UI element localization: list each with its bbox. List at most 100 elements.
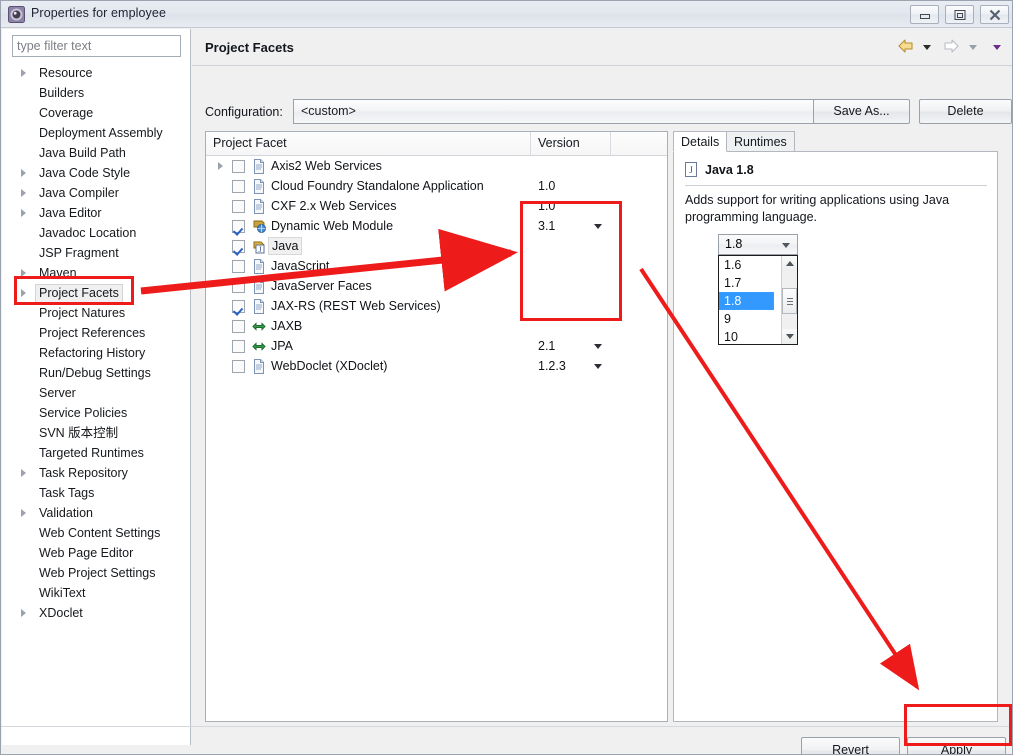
page-title: Project Facets: [205, 40, 294, 55]
facet-checkbox[interactable]: [232, 200, 245, 213]
chevron-right-icon[interactable]: [21, 609, 26, 617]
sidebar-item-javadoc-location[interactable]: Javadoc Location: [2, 223, 191, 243]
version-option[interactable]: 1.8: [719, 292, 774, 310]
footer-divider: [1, 726, 1012, 727]
sidebar-item-xdoclet[interactable]: XDoclet: [2, 603, 191, 623]
facet-checkbox[interactable]: [232, 340, 245, 353]
chevron-right-icon[interactable]: [21, 289, 26, 297]
version-chevron-down-icon[interactable]: [594, 224, 602, 229]
version-chevron-down-icon[interactable]: [594, 344, 602, 349]
sidebar-item-java-compiler[interactable]: Java Compiler: [2, 183, 191, 203]
sidebar-item-project-natures[interactable]: Project Natures: [2, 303, 191, 323]
sidebar-item-project-facets[interactable]: Project Facets: [2, 283, 191, 303]
sidebar-item-server[interactable]: Server: [2, 383, 191, 403]
tab-runtimes[interactable]: Runtimes: [726, 131, 795, 152]
table-row[interactable]: CXF 2.x Web Services 1.0: [206, 196, 667, 216]
sidebar-item-project-references[interactable]: Project References: [2, 323, 191, 343]
chevron-right-icon[interactable]: [21, 269, 26, 277]
search-input[interactable]: [12, 35, 181, 57]
sidebar-item-web-page-editor[interactable]: Web Page Editor: [2, 543, 191, 563]
chevron-down-icon[interactable]: [782, 243, 790, 248]
table-row[interactable]: JavaServer Faces: [206, 276, 667, 296]
facet-version[interactable]: 1.0: [538, 196, 555, 216]
configuration-select[interactable]: <custom>: [293, 99, 901, 124]
close-button[interactable]: [980, 5, 1009, 24]
back-history-caret-icon[interactable]: [922, 45, 931, 50]
sidebar-item-task-tags[interactable]: Task Tags: [2, 483, 191, 503]
gear-icon: [8, 6, 25, 23]
sidebar-item-web-project-settings[interactable]: Web Project Settings: [2, 563, 191, 583]
facet-version[interactable]: 2.1: [538, 336, 555, 356]
sidebar-item-refactoring-history[interactable]: Refactoring History: [2, 343, 191, 363]
table-row[interactable]: JPA 2.1: [206, 336, 667, 356]
table-row[interactable]: JAXB: [206, 316, 667, 336]
sidebar-item-validation[interactable]: Validation: [2, 503, 191, 523]
table-row[interactable]: J Java: [206, 236, 667, 256]
save-as-button[interactable]: Save As...: [813, 99, 910, 124]
sidebar-item-deployment-assembly[interactable]: Deployment Assembly: [2, 123, 191, 143]
version-chevron-down-icon[interactable]: [594, 364, 602, 369]
chevron-right-icon[interactable]: [21, 189, 26, 197]
minimize-button[interactable]: [910, 5, 939, 24]
facet-version[interactable]: 3.1: [538, 216, 555, 236]
chevron-right-icon[interactable]: [21, 209, 26, 217]
facet-checkbox[interactable]: [232, 320, 245, 333]
column-header-extra[interactable]: [611, 132, 668, 155]
table-row[interactable]: Dynamic Web Module 3.1: [206, 216, 667, 236]
sidebar-item-service-policies[interactable]: Service Policies: [2, 403, 191, 423]
forward-arrow-icon[interactable]: [942, 38, 960, 57]
sidebar-item-wikitext[interactable]: WikiText: [2, 583, 191, 603]
java-icon: J: [252, 239, 266, 254]
facet-checkbox[interactable]: [232, 300, 245, 313]
tab-details[interactable]: Details: [673, 131, 728, 152]
version-combo-editor[interactable]: 1.8: [718, 234, 798, 255]
sidebar-item-java-build-path[interactable]: Java Build Path: [2, 143, 191, 163]
facet-checkbox[interactable]: [232, 160, 245, 173]
facet-checkbox[interactable]: [232, 280, 245, 293]
chevron-right-icon[interactable]: [21, 69, 26, 77]
column-header-facet[interactable]: Project Facet: [206, 132, 531, 155]
sidebar-item-jsp-fragment[interactable]: JSP Fragment: [2, 243, 191, 263]
facet-checkbox[interactable]: [232, 180, 245, 193]
sidebar-item-run-debug-settings[interactable]: Run/Debug Settings: [2, 363, 191, 383]
chevron-right-icon[interactable]: [21, 169, 26, 177]
sidebar-item-svn[interactable]: SVN 版本控制: [2, 423, 191, 443]
view-menu-caret-icon[interactable]: [993, 45, 1001, 50]
scrollbar-thumb[interactable]: [782, 288, 797, 314]
sidebar-item-builders[interactable]: Builders: [2, 83, 191, 103]
sidebar-item-coverage[interactable]: Coverage: [2, 103, 191, 123]
sidebar-item-java-editor[interactable]: Java Editor: [2, 203, 191, 223]
restore-button[interactable]: [945, 5, 974, 24]
dropdown-scrollbar[interactable]: [781, 256, 797, 344]
version-dropdown-list[interactable]: 1.6 1.7 1.8 9 10: [718, 255, 798, 345]
delete-button[interactable]: Delete: [919, 99, 1012, 124]
facet-checkbox[interactable]: [232, 240, 245, 253]
sidebar-item-resource[interactable]: Resource: [2, 63, 191, 83]
column-header-version[interactable]: Version: [531, 132, 611, 155]
table-row[interactable]: JAX-RS (REST Web Services): [206, 296, 667, 316]
scroll-up-icon[interactable]: [782, 256, 797, 271]
table-row[interactable]: JavaScript: [206, 256, 667, 276]
sidebar-item-task-repository[interactable]: Task Repository: [2, 463, 191, 483]
configuration-label: Configuration:: [205, 105, 283, 119]
chevron-right-icon[interactable]: [218, 162, 223, 170]
facet-version[interactable]: 1.2.3: [538, 356, 566, 376]
scroll-down-icon[interactable]: [782, 329, 797, 344]
facet-checkbox[interactable]: [232, 220, 245, 233]
table-row[interactable]: WebDoclet (XDoclet) 1.2.3: [206, 356, 667, 376]
facet-checkbox[interactable]: [232, 260, 245, 273]
back-arrow-icon[interactable]: [897, 38, 915, 57]
table-row[interactable]: Cloud Foundry Standalone Application 1.0: [206, 176, 667, 196]
facet-version[interactable]: 1.0: [538, 176, 555, 196]
sidebar-item-maven[interactable]: Maven: [2, 263, 191, 283]
chevron-right-icon[interactable]: [21, 469, 26, 477]
apply-button[interactable]: Apply: [907, 737, 1006, 754]
revert-button[interactable]: Revert: [801, 737, 900, 754]
chevron-right-icon[interactable]: [21, 509, 26, 517]
facet-checkbox[interactable]: [232, 360, 245, 373]
sidebar-item-web-content-settings[interactable]: Web Content Settings: [2, 523, 191, 543]
sidebar-item-targeted-runtimes[interactable]: Targeted Runtimes: [2, 443, 191, 463]
sidebar-item-java-code-style[interactable]: Java Code Style: [2, 163, 191, 183]
table-row[interactable]: Axis2 Web Services: [206, 156, 667, 176]
forward-history-caret-icon[interactable]: [968, 45, 977, 50]
